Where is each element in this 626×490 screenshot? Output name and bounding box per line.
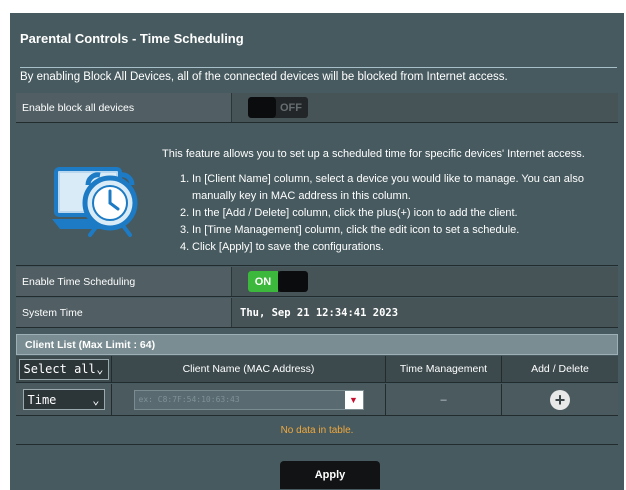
info-step: 4. Click [Apply] to save the configurati… xyxy=(180,239,610,256)
client-entry-row: Time ⌄ ex: C8:7F:54:10:63:43 ▼ – + xyxy=(16,384,618,416)
chevron-down-icon: ⌄ xyxy=(96,362,104,376)
dropdown-arrow-icon[interactable]: ▼ xyxy=(344,390,363,409)
client-name-cell: ex: C8:7F:54:10:63:43 ▼ xyxy=(112,384,386,415)
info-step: 1. In [Client Name] column, select a dev… xyxy=(180,171,610,205)
panel: Parental Controls - Time Scheduling By e… xyxy=(10,13,624,490)
step-text: Click [Apply] to save the configurations… xyxy=(192,241,384,253)
toggle-knob xyxy=(248,97,276,118)
time-scheduling-row: Enable Time Scheduling ON xyxy=(16,267,618,297)
toggle-knob xyxy=(278,271,308,292)
type-cell: Time ⌄ xyxy=(16,384,112,415)
step-text: In [Client Name] column, select a device… xyxy=(192,173,584,202)
time-scheduling-state: ON xyxy=(248,271,278,292)
system-time-value: Thu, Sep 21 12:34:41 2023 xyxy=(240,306,399,319)
block-all-toggle[interactable]: OFF xyxy=(248,97,308,118)
block-all-state: OFF xyxy=(280,101,302,114)
system-time-label: System Time xyxy=(16,298,232,327)
apply-button[interactable]: Apply xyxy=(280,461,380,489)
step-number: 1. xyxy=(180,173,190,185)
add-client-button[interactable]: + xyxy=(550,389,570,410)
info-step: 2. In the [Add / Delete] column, click t… xyxy=(180,205,610,222)
col-time-management: Time Management xyxy=(386,356,502,382)
time-scheduling-toggle[interactable]: ON xyxy=(248,271,308,292)
mac-placeholder: ex: C8:7F:54:10:63:43 xyxy=(138,395,240,404)
time-scheduling-label: Enable Time Scheduling xyxy=(16,267,232,296)
page-title: Parental Controls - Time Scheduling xyxy=(20,31,244,46)
type-dropdown[interactable]: Time ⌄ xyxy=(22,389,105,410)
col-client-name: Client Name (MAC Address) xyxy=(112,356,386,382)
page-description: By enabling Block All Devices, all of th… xyxy=(20,71,508,83)
block-all-row: Enable block all devices OFF xyxy=(16,93,618,123)
add-delete-cell: + xyxy=(502,384,618,415)
block-all-label: Enable block all devices xyxy=(16,93,232,122)
step-number: 4. xyxy=(180,241,190,253)
empty-table-message: No data in table. xyxy=(16,417,618,445)
time-management-cell: – xyxy=(386,384,502,415)
select-all-dropdown[interactable]: Select all ⌄ xyxy=(18,358,109,380)
info-steps: 1. In [Client Name] column, select a dev… xyxy=(180,171,610,256)
info-heading: This feature allows you to set up a sche… xyxy=(162,148,585,160)
step-text: In the [Add / Delete] column, click the … xyxy=(192,207,518,219)
select-all-label: Select all xyxy=(23,362,96,376)
title-divider xyxy=(20,67,617,68)
step-text: In [Time Management] column, click the e… xyxy=(192,224,520,236)
mac-address-input[interactable]: ex: C8:7F:54:10:63:43 ▼ xyxy=(133,389,364,410)
type-label: Time xyxy=(27,392,57,407)
info-step: 3. In [Time Management] column, click th… xyxy=(180,222,610,239)
chevron-down-icon: ⌄ xyxy=(92,392,100,407)
system-time-row: System Time Thu, Sep 21 12:34:41 2023 xyxy=(16,298,618,328)
col-add-delete: Add / Delete xyxy=(531,363,589,375)
step-number: 3. xyxy=(180,224,190,236)
step-number: 2. xyxy=(180,207,190,219)
client-list-columns: Select all ⌄ Client Name (MAC Address) T… xyxy=(16,356,618,383)
select-all-cell: Select all ⌄ xyxy=(16,356,112,382)
client-list-header: Client List (Max Limit : 64) xyxy=(16,334,618,355)
alarm-clock-laptop-icon xyxy=(52,167,138,237)
info-section: This feature allows you to set up a sche… xyxy=(16,141,618,266)
